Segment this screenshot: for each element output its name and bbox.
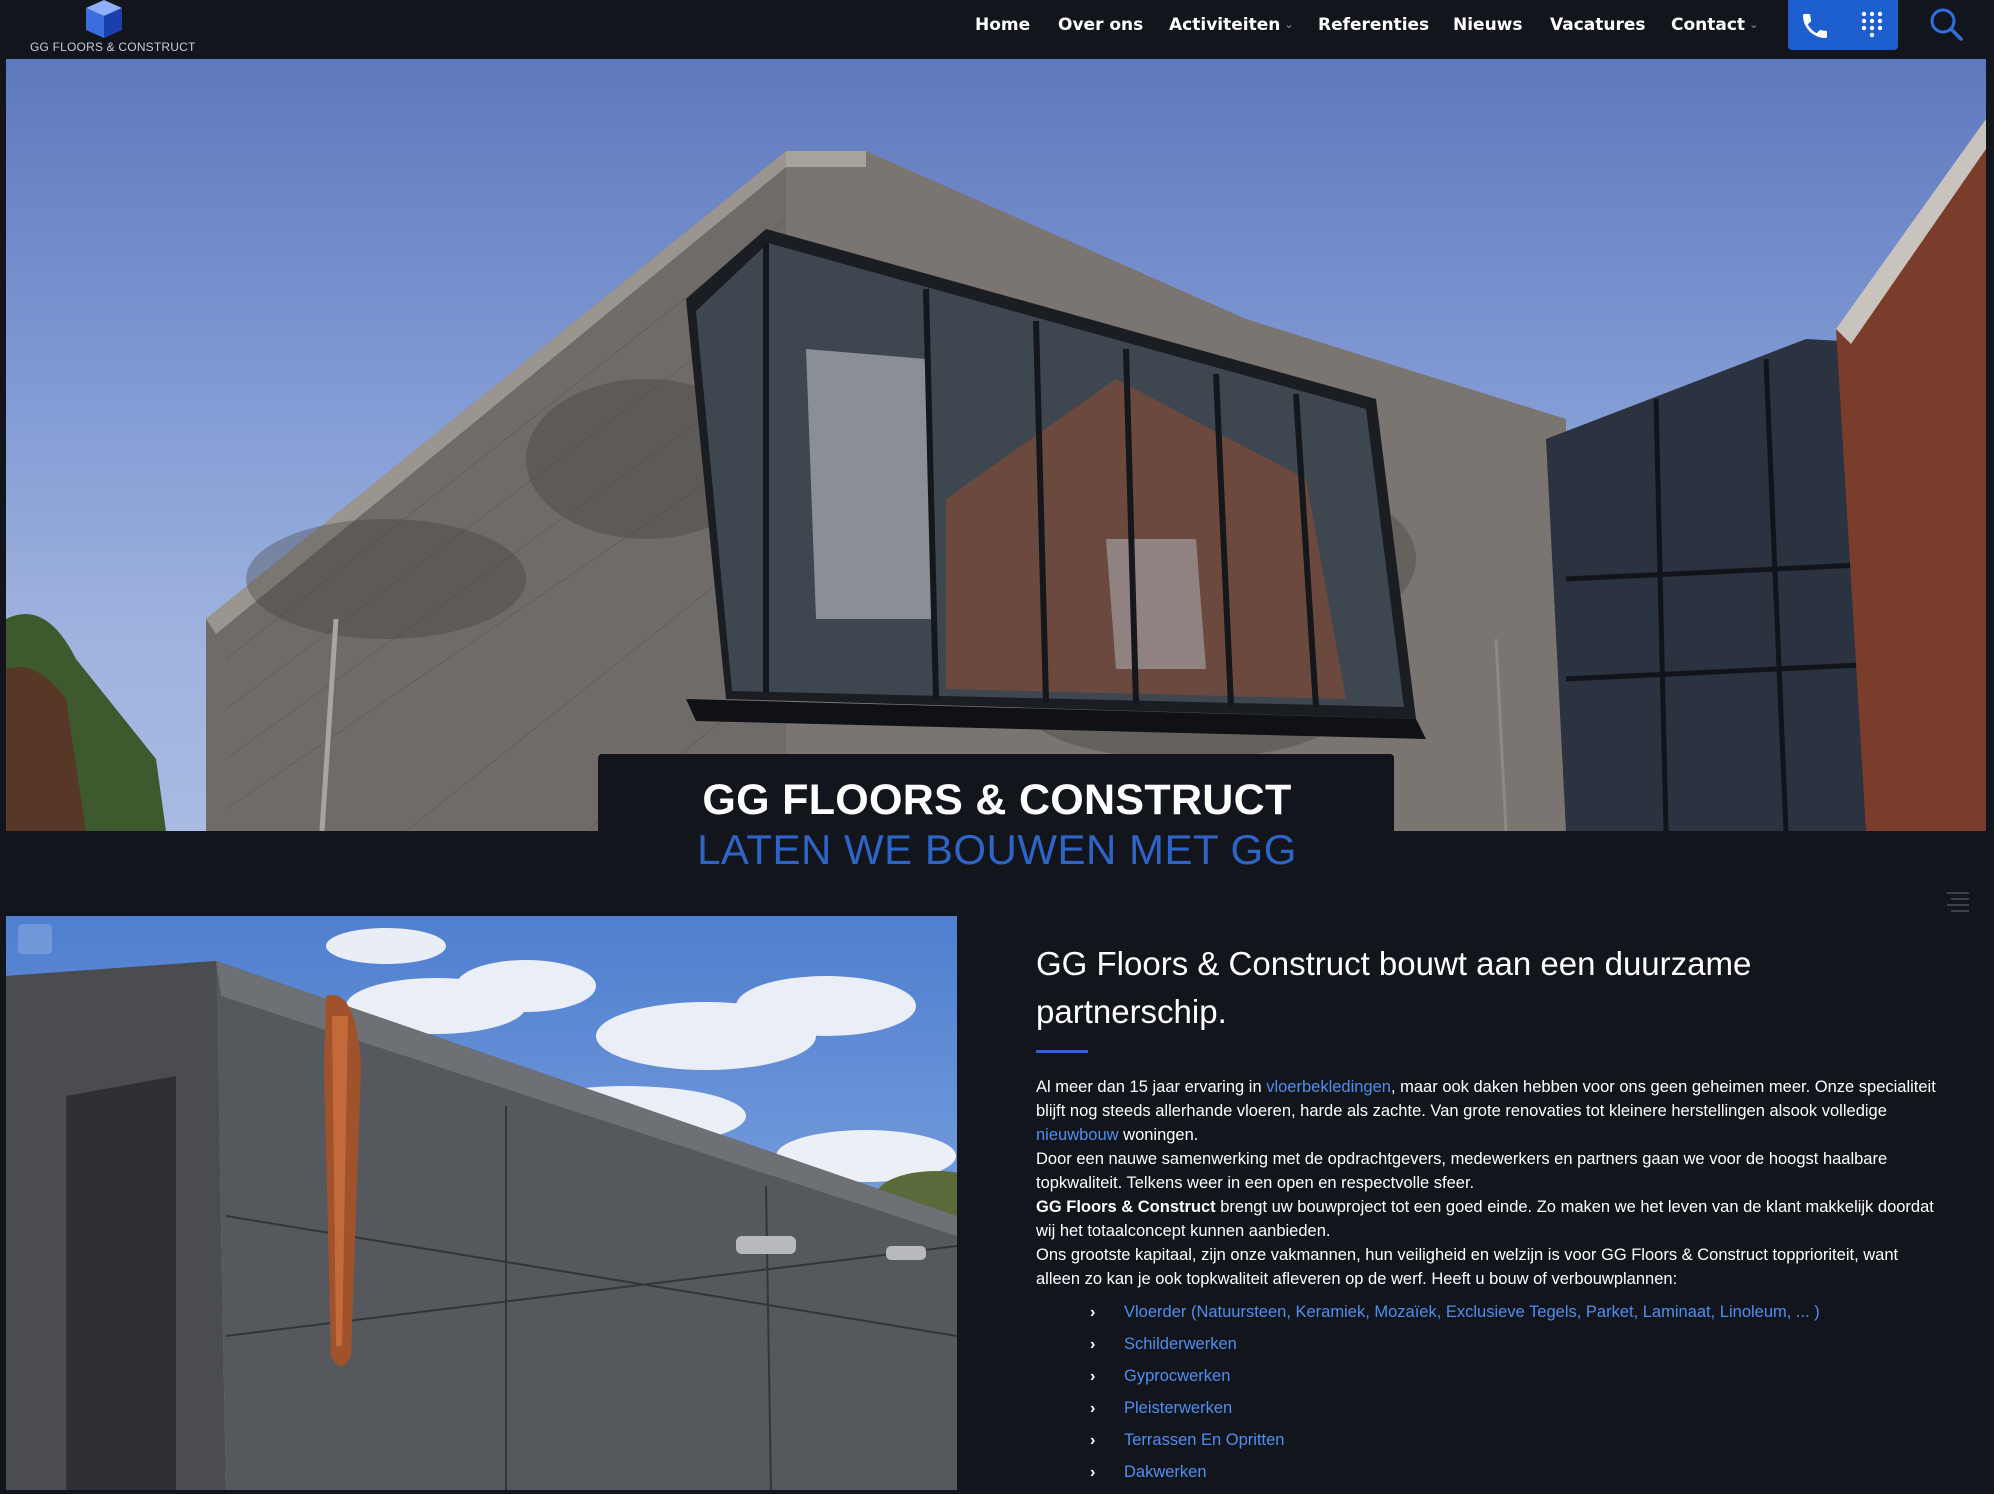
facade-photo xyxy=(6,916,957,1490)
nav-referenties[interactable]: Referenties xyxy=(1318,15,1429,35)
stone-wall-illustration xyxy=(6,916,957,1490)
company-name-bold: GG Floors & Construct xyxy=(1036,1198,1216,1216)
intro-paragraph-2: Door een nauwe samenwerking met de opdra… xyxy=(1036,1150,1888,1192)
service-label: Dakwerken xyxy=(1124,1463,1207,1481)
hero-subtitle: LATEN WE BOUWEN MET GG xyxy=(697,826,1297,873)
intro-heading: GG Floors & Construct bouwt aan een duur… xyxy=(1036,945,1752,1030)
chevron-right-icon: › xyxy=(1090,1400,1096,1417)
search-icon[interactable] xyxy=(1928,6,1964,42)
nav-vacatures[interactable]: Vacatures xyxy=(1550,15,1646,35)
chevron-down-icon: ⌄ xyxy=(1749,18,1759,31)
chevron-right-icon: › xyxy=(1090,1368,1096,1385)
phone-icon xyxy=(1803,14,1827,38)
chevron-right-icon: › xyxy=(1090,1464,1096,1481)
location-pin-icon[interactable] xyxy=(18,924,52,954)
nav-over-ons[interactable]: Over ons xyxy=(1058,15,1143,35)
service-item-pleisterwerken[interactable]: › Pleisterwerken xyxy=(1090,1398,1820,1430)
nav-nieuws[interactable]: Nieuws xyxy=(1453,15,1523,35)
intro-paragraph-4: Ons grootste kapitaal, zijn onze vakmann… xyxy=(1036,1246,1899,1288)
building-illustration xyxy=(6,119,1986,831)
service-label: Terrassen En Opritten xyxy=(1124,1431,1285,1449)
chevron-right-icon: › xyxy=(1090,1336,1096,1353)
p1-text-c: woningen. xyxy=(1118,1126,1199,1144)
dialpad-icon xyxy=(1861,11,1883,38)
chevron-right-icon: › xyxy=(1090,1432,1096,1449)
services-list: › Vloerder (Natuursteen, Keramiek, Mozaïe… xyxy=(1090,1302,1820,1494)
intro-paragraph-1: Al meer dan 15 jaar ervaring in vloerbek… xyxy=(1036,1075,1946,1147)
nav-contact-label: Contact xyxy=(1671,15,1746,35)
hero-title: GG FLOORS & CONSTRUCT xyxy=(702,776,1292,824)
site-header: GG FLOORS & CONSTRUCT Home Over ons Acti… xyxy=(0,0,1994,58)
chevron-right-icon: › xyxy=(1090,1304,1096,1321)
service-item-terrassen[interactable]: › Terrassen En Opritten xyxy=(1090,1430,1820,1462)
service-label: Schilderwerken xyxy=(1124,1335,1237,1353)
service-label: Gyprocwerken xyxy=(1124,1367,1231,1385)
link-nieuwbouw[interactable]: nieuwbouw xyxy=(1036,1126,1119,1144)
nav-activiteiten[interactable]: Activiteiten ⌄ xyxy=(1169,15,1294,35)
service-item-vloerder[interactable]: › Vloerder (Natuursteen, Keramiek, Mozaïe… xyxy=(1090,1302,1820,1334)
hamburger-menu-icon[interactable] xyxy=(1945,890,1971,912)
hero-image xyxy=(6,59,1986,831)
service-label: Vloerder (Natuursteen, Keramiek, Mozaïek… xyxy=(1124,1303,1820,1321)
contact-cta-button[interactable] xyxy=(1788,0,1898,50)
service-label: Pleisterwerken xyxy=(1124,1399,1233,1417)
chevron-down-icon: ⌄ xyxy=(1284,18,1294,31)
intro-content: GG Floors & Construct bouwt aan een duur… xyxy=(1036,940,1946,1291)
nav-activiteiten-label: Activiteiten xyxy=(1169,15,1281,35)
service-item-gyprocwerken[interactable]: › Gyprocwerken xyxy=(1090,1366,1820,1398)
service-item-dakwerken[interactable]: › Dakwerken xyxy=(1090,1462,1820,1494)
p1-text-a: Al meer dan 15 jaar ervaring in xyxy=(1036,1078,1267,1096)
main-nav: Home Over ons Activiteiten ⌄ Referenties … xyxy=(0,0,1994,52)
service-item-schilderwerken[interactable]: › Schilderwerken xyxy=(1090,1334,1820,1366)
link-vloerbekledingen[interactable]: vloerbekledingen xyxy=(1266,1078,1391,1096)
nav-contact[interactable]: Contact ⌄ xyxy=(1671,15,1758,35)
nav-home[interactable]: Home xyxy=(975,15,1030,35)
intro-paragraph-3: GG Floors & Construct brengt uw bouwproj… xyxy=(1036,1195,1946,1243)
heading-accent-bar xyxy=(1036,1050,1088,1053)
